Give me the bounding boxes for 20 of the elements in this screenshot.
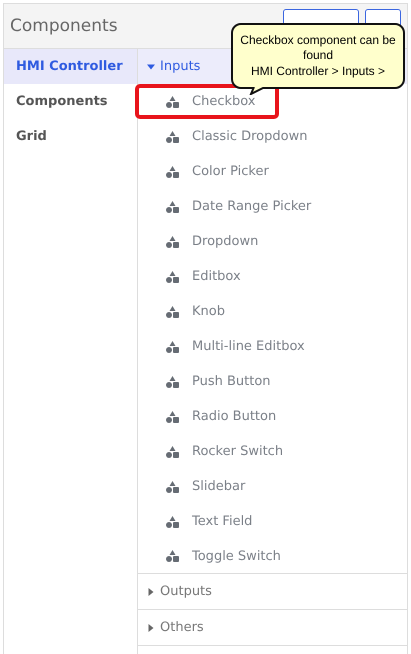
callout-tooltip: Checkbox component can be found HMI Controller > Inputs > [231,23,405,89]
component-item[interactable]: Color Picker [138,154,407,189]
component-item[interactable]: Slidebar [138,469,407,504]
component-item[interactable]: Multi-line Editbox [138,329,407,364]
component-item[interactable]: Toggle Switch [138,539,407,574]
component-item[interactable]: Knob [138,294,407,329]
component-item[interactable]: Classic Dropdown [138,119,407,154]
sidebar-item[interactable]: Grid [4,119,137,154]
group-header[interactable]: Outputs [138,574,407,610]
component-item[interactable]: Radio Button [138,399,407,434]
component-item[interactable]: Dropdown [138,224,407,259]
component-item[interactable]: Rocker Switch [138,434,407,469]
group-header[interactable]: Others [138,610,407,646]
component-item[interactable]: Date Range Picker [138,189,407,224]
panel-title: Components [10,16,119,36]
component-item[interactable]: Push Button [138,364,407,399]
component-item[interactable]: Text Field [138,504,407,539]
component-item[interactable]: Editbox [138,259,407,294]
sidebar-item[interactable]: Components [4,84,137,119]
sidebar-item[interactable]: HMI Controller [4,49,137,84]
